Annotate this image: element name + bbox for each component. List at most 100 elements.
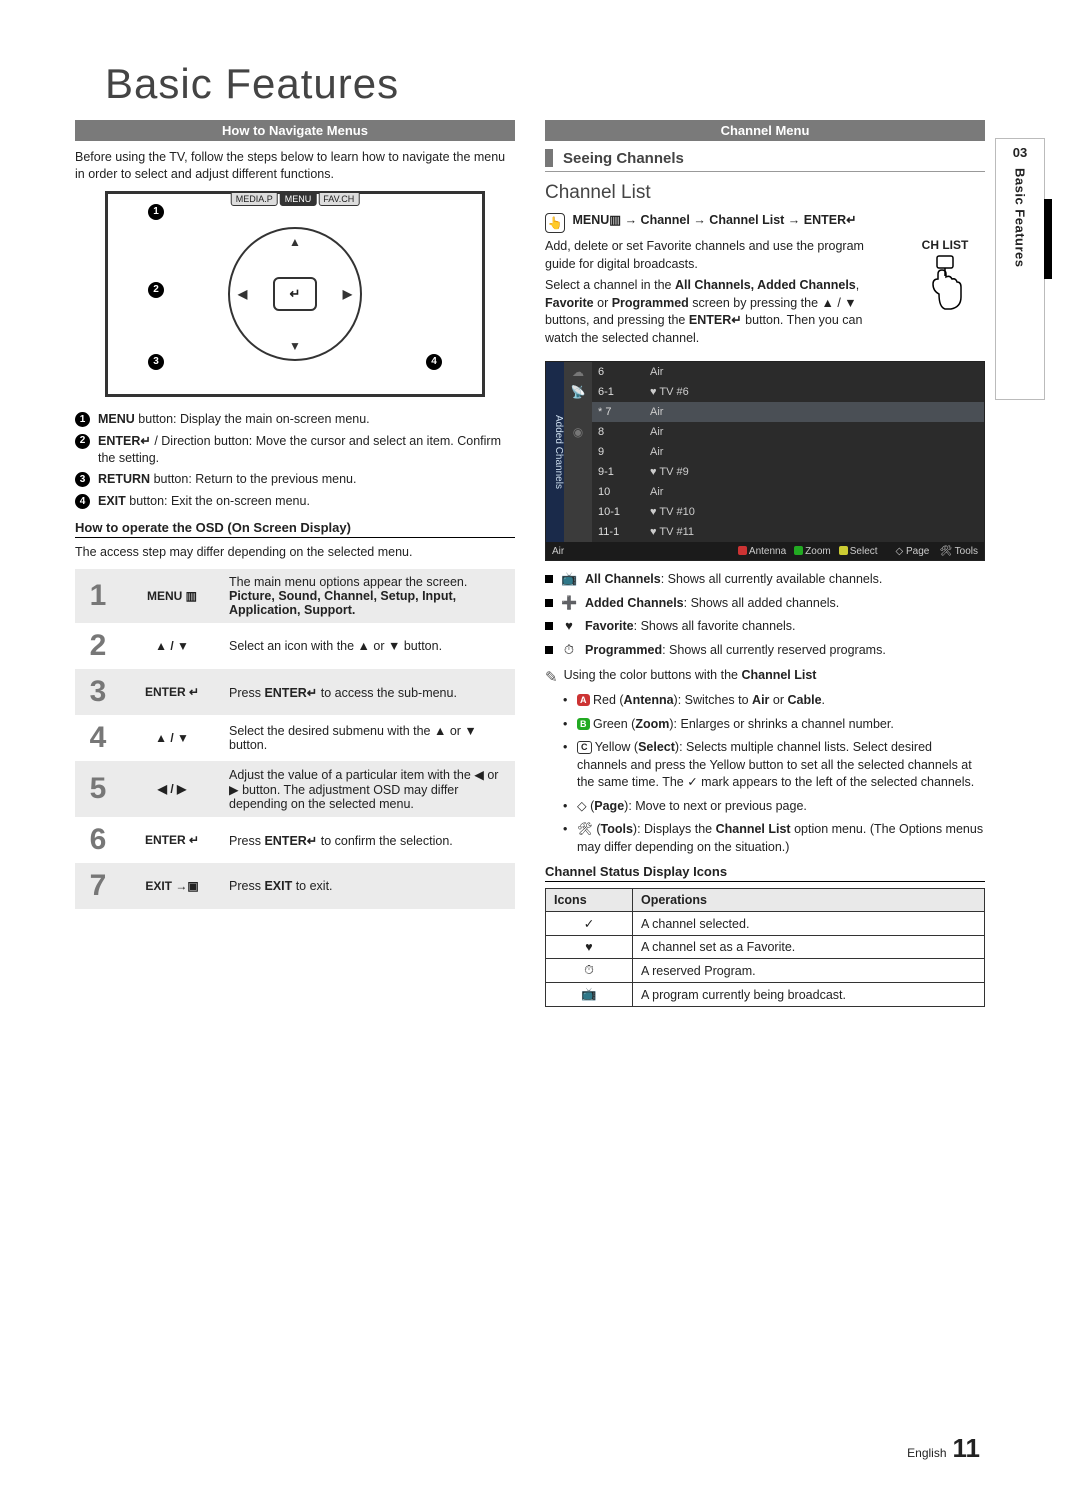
channel-name: Air — [650, 446, 663, 458]
status-row: ✓A channel selected. — [546, 912, 985, 936]
panel-foot-items: AntennaZoomSelect — [738, 545, 886, 557]
color-button-item: A Red (Antenna): Switches to Air or Cabl… — [563, 692, 985, 710]
osd-step-row: 3 ENTER ↵ Press ENTER↵ to access the sub… — [75, 669, 515, 715]
channel-number: * 7 — [598, 406, 632, 418]
sub-header-text: Seeing Channels — [563, 150, 684, 167]
page-title: Basic Features — [105, 60, 985, 108]
osd-step-row: 6 ENTER ↵ Press ENTER↵ to confirm the se… — [75, 817, 515, 863]
side-tab-label: Basic Features — [1013, 160, 1028, 268]
remote-button-item: 3RETURN button: Return to the previous m… — [75, 471, 515, 488]
step-description: Press ENTER↵ to confirm the selection. — [223, 817, 515, 863]
color-button-item: ◇ (Page): Move to next or previous page. — [563, 798, 985, 816]
channel-number: 6 — [598, 366, 632, 378]
remote-tag-1: 1 — [148, 204, 164, 220]
bullet-icon — [545, 599, 553, 607]
status-operation: A reserved Program. — [633, 959, 985, 983]
channel-number: 8 — [598, 426, 632, 438]
status-row: ♥A channel set as a Favorite. — [546, 936, 985, 959]
channel-category-item: ⏱Programmed: Shows all currently reserve… — [545, 642, 985, 660]
footer-lang: English — [907, 1446, 946, 1460]
remote-button-descriptions: 1MENU button: Display the main on-screen… — [75, 411, 515, 510]
osd-step-row: 4 ▲ / ▼ Select the desired submenu with … — [75, 715, 515, 761]
status-operation: A channel set as a Favorite. — [633, 936, 985, 959]
channel-row: 9-1♥ TV #9 — [592, 462, 984, 482]
step-number: 2 — [75, 623, 121, 669]
channel-row: * 7Air — [592, 402, 984, 422]
panel-left-glyph — [564, 502, 592, 522]
section-bar-navigate: How to Navigate Menus — [75, 120, 515, 141]
color-button-item: B Green (Zoom): Enlarges or shrinks a ch… — [563, 716, 985, 734]
bullet-icon — [545, 622, 553, 630]
symbol-icon: ◇ — [577, 799, 587, 813]
channel-number: 9-1 — [598, 466, 632, 478]
category-icon: ⏱ — [561, 641, 577, 660]
remote-top-button-row: MEDIA.P MENU FAV.CH — [231, 192, 360, 206]
symbol-icon: 🛠 — [577, 822, 593, 836]
step-button-label: ▲ / ▼ — [121, 623, 223, 669]
channel-row: 10 Air — [592, 482, 984, 502]
status-icon: ✓ — [546, 912, 633, 936]
osd-header: How to operate the OSD (On Screen Displa… — [75, 520, 515, 538]
channel-number: 10 — [598, 486, 632, 498]
left-column: How to Navigate Menus Before using the T… — [75, 120, 515, 1007]
channel-category-item: 📺All Channels: Shows all currently avail… — [545, 571, 985, 589]
channel-name: Air — [650, 486, 663, 498]
step-number: 5 — [75, 761, 121, 817]
panel-foot-item: Select — [839, 546, 878, 557]
panel-foot-item: Zoom — [794, 546, 831, 557]
sub-header-seeing-channels: Seeing Channels — [545, 149, 985, 172]
step-number: 7 — [75, 863, 121, 909]
hand-press-icon — [915, 254, 975, 314]
remote-btn-favch: FAV.CH — [318, 192, 359, 206]
dpad-enter-icon: ↵ — [273, 277, 317, 311]
channel-list-panel: Added Channels ☁📡◉ 6Air6-1♥ TV #6* 7Air8… — [545, 361, 985, 561]
channel-number: 11-1 — [598, 526, 632, 538]
channel-name: ♥ TV #6 — [650, 386, 689, 398]
remote-button-item: 2ENTER↵ / Direction button: Move the cur… — [75, 433, 515, 467]
dpad-right-icon: ▶ — [343, 287, 352, 301]
panel-left-glyph — [564, 442, 592, 462]
channel-list-title: Channel List — [545, 182, 985, 204]
remote-btn-media: MEDIA.P — [231, 192, 278, 206]
channel-category-item: ➕Added Channels: Shows all added channel… — [545, 595, 985, 613]
yellow-chip-icon — [839, 546, 848, 555]
panel-foot-source: Air — [552, 546, 564, 557]
remote-button-item: 1MENU button: Display the main on-screen… — [75, 411, 515, 428]
channel-name: Air — [650, 426, 663, 438]
step-description: Select an icon with the ▲ or ▼ button. — [223, 623, 515, 669]
step-description: Select the desired submenu with the ▲ or… — [223, 715, 515, 761]
step-description: The main menu options appear the screen.… — [223, 569, 515, 623]
step-button-label: ENTER ↵ — [121, 817, 223, 863]
menu-path-text: MENU▥ → Channel → Channel List → ENTER↵ — [572, 213, 856, 227]
color-buttons-note: ✎ Using the color buttons with the Chann… — [545, 667, 985, 688]
color-chip-icon: B — [577, 718, 590, 730]
channel-number: 10-1 — [598, 506, 632, 518]
step-description: Adjust the value of a particular item wi… — [223, 761, 515, 817]
channel-name: ♥ TV #11 — [650, 526, 694, 538]
yellow-chip-icon: C — [577, 741, 592, 754]
manual-page: 03 Basic Features Basic Features How to … — [0, 0, 1080, 1494]
side-tab-number: 03 — [996, 139, 1044, 160]
panel-side-label: Added Channels — [546, 362, 564, 542]
bullet-icon — [545, 575, 553, 583]
color-button-item: 🛠 (Tools): Displays the Channel List opt… — [563, 821, 985, 856]
remote-tag-2: 2 — [148, 282, 164, 298]
remote-button-item: 4EXIT button: Exit the on-screen menu. — [75, 493, 515, 510]
channel-category-item: ♥Favorite: Shows all favorite channels. — [545, 618, 985, 636]
bullet-icon — [545, 646, 553, 654]
status-operation: A program currently being broadcast. — [633, 983, 985, 1007]
status-operation: A channel selected. — [633, 912, 985, 936]
status-icon: ♥ — [546, 936, 633, 959]
step-button-label: MENU ▥ — [121, 569, 223, 623]
step-number: 3 — [75, 669, 121, 715]
ch-list-button-figure: CH LIST — [905, 238, 985, 317]
press-icon: 👆 — [545, 213, 565, 233]
channel-number: 6-1 — [598, 386, 632, 398]
panel-left-glyph — [564, 482, 592, 502]
dpad-left-icon: ◀ — [238, 287, 247, 301]
panel-left-glyph — [564, 402, 592, 422]
step-number: 6 — [75, 817, 121, 863]
remote-tag-4: 4 — [426, 354, 442, 370]
step-number: 4 — [75, 715, 121, 761]
side-tab: 03 Basic Features — [995, 138, 1045, 400]
